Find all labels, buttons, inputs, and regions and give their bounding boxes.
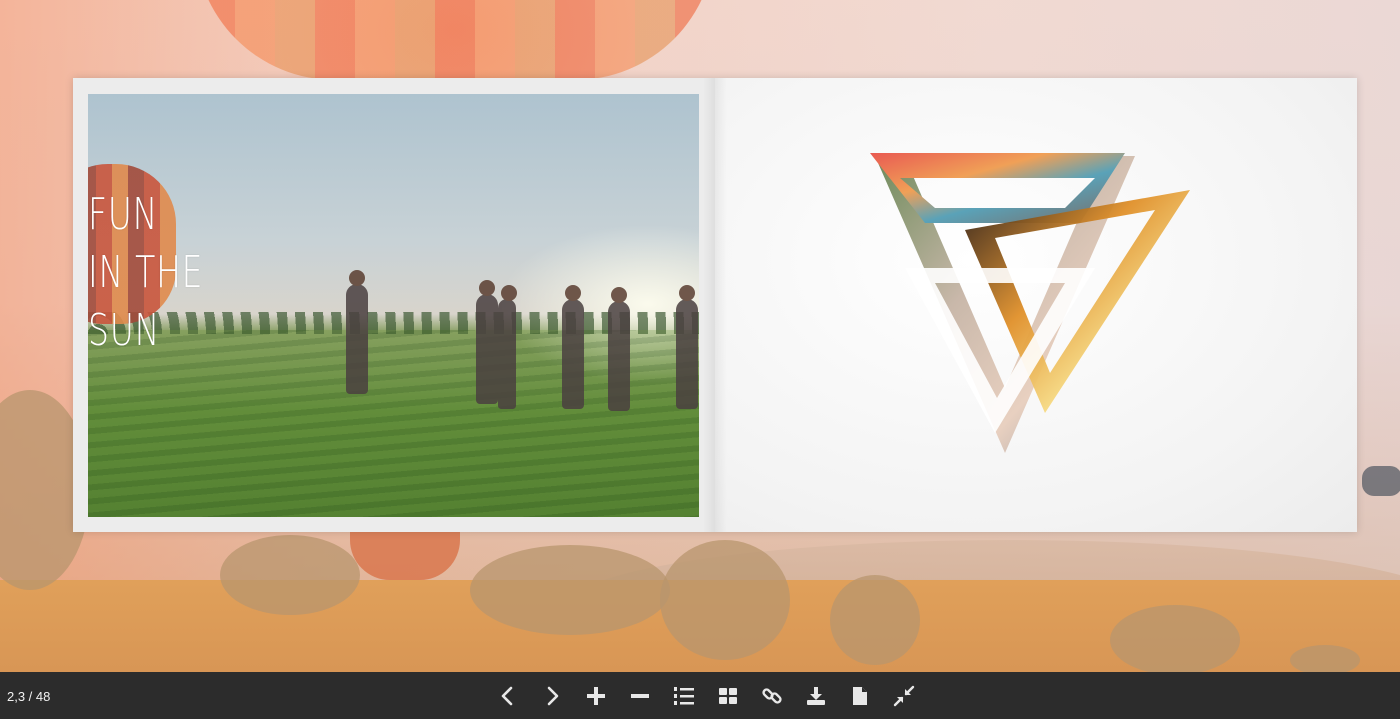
triangle-logo (870, 153, 1190, 453)
page-left[interactable]: FUN IN THE SUN (73, 78, 715, 532)
running-person (562, 285, 584, 409)
previous-page-button[interactable] (486, 680, 530, 711)
table-of-contents-button[interactable] (662, 680, 706, 711)
running-person (608, 287, 630, 411)
page-counter: 2,3 / 48 (7, 689, 51, 704)
field-photo: FUN IN THE SUN (88, 94, 699, 517)
thumbnails-button[interactable] (706, 680, 750, 711)
background-tree (1110, 605, 1240, 672)
zoom-out-button[interactable] (618, 680, 662, 711)
running-person (676, 285, 698, 409)
single-page-button[interactable] (838, 680, 882, 711)
download-icon (807, 686, 825, 705)
numbered-list-icon (674, 686, 694, 705)
background-tree (1290, 645, 1360, 672)
chevron-right-icon (547, 686, 559, 705)
headline: FUN IN THE SUN (88, 186, 203, 360)
running-person (498, 285, 517, 409)
headline-line: FUN (88, 189, 159, 240)
download-button[interactable] (794, 680, 838, 711)
viewer-toolbar: 2,3 / 48 (0, 672, 1400, 719)
toolbar-buttons (486, 680, 926, 711)
next-page-button[interactable] (530, 680, 574, 711)
background-tree (220, 535, 360, 615)
background-tree (470, 545, 670, 635)
link-icon (762, 687, 782, 704)
background-tree (660, 540, 790, 660)
collapse-icon (893, 685, 915, 706)
share-link-button[interactable] (750, 680, 794, 711)
flipbook-spread[interactable]: FUN IN THE SUN (73, 78, 1357, 532)
headline-line: IN THE (88, 247, 204, 298)
running-person (476, 280, 498, 404)
zoom-in-button[interactable] (574, 680, 618, 711)
running-person (346, 270, 368, 394)
book-spine (703, 78, 727, 532)
background-figure (1362, 466, 1400, 496)
exit-fullscreen-button[interactable] (882, 680, 926, 711)
grid-icon (719, 687, 737, 704)
document-icon (853, 686, 867, 705)
page-right[interactable] (715, 78, 1357, 532)
background-tree (830, 575, 920, 665)
chevron-left-icon (501, 686, 513, 705)
plus-icon (587, 686, 605, 705)
minus-icon (631, 693, 649, 698)
headline-line: SUN (88, 305, 161, 356)
